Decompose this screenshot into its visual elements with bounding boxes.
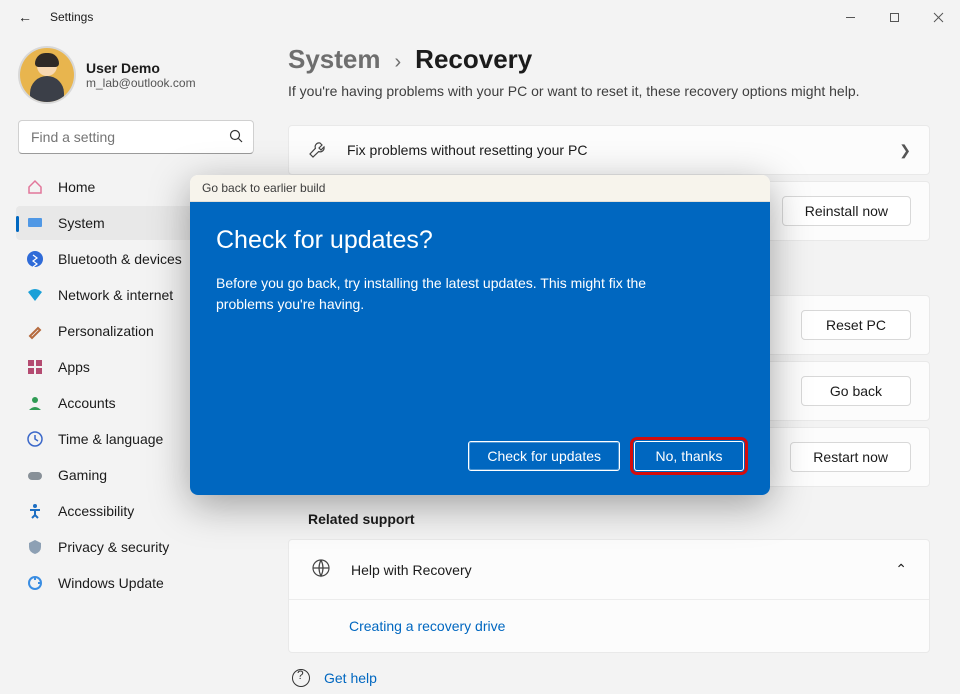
breadcrumb: System › Recovery: [288, 44, 930, 75]
chevron-up-icon: ⌃: [895, 561, 907, 578]
nav-privacy-label: Privacy & security: [58, 539, 169, 555]
globe-icon: [311, 558, 331, 581]
card-fix-title: Fix problems without resetting your PC: [347, 142, 587, 158]
system-icon: [26, 214, 44, 232]
modal-titlebar: Go back to earlier build: [190, 175, 770, 202]
nav-accounts-label: Accounts: [58, 395, 116, 411]
nav-accessibility[interactable]: Accessibility: [16, 494, 256, 528]
nav-update-label: Windows Update: [58, 575, 164, 591]
card-fix-problems[interactable]: Fix problems without resetting your PC ❯: [288, 125, 930, 175]
home-icon: [26, 178, 44, 196]
search-box[interactable]: [18, 120, 254, 154]
related-support-panel: Help with Recovery ⌃ Creating a recovery…: [288, 539, 930, 653]
search-input[interactable]: [29, 128, 229, 146]
nav-apps-label: Apps: [58, 359, 90, 375]
window-controls: [828, 0, 960, 34]
help-with-recovery-label: Help with Recovery: [351, 562, 472, 578]
nav-personalization-label: Personalization: [58, 323, 154, 339]
check-for-updates-button[interactable]: Check for updates: [468, 441, 620, 471]
user-block[interactable]: User Demo m_lab@outlook.com: [16, 44, 256, 120]
gaming-icon: [26, 466, 44, 484]
get-help-row[interactable]: Get help: [288, 661, 930, 687]
breadcrumb-separator: ›: [395, 51, 402, 74]
reset-pc-button[interactable]: Reset PC: [801, 310, 911, 340]
nav-gaming-label: Gaming: [58, 467, 107, 483]
modal-heading: Check for updates?: [216, 226, 744, 255]
avatar: [20, 48, 74, 102]
wrench-icon: [307, 140, 327, 160]
user-name: User Demo: [86, 60, 196, 76]
nav-privacy[interactable]: Privacy & security: [16, 530, 256, 564]
help-with-recovery-row[interactable]: Help with Recovery ⌃: [289, 540, 929, 599]
restart-now-button[interactable]: Restart now: [790, 442, 911, 472]
question-icon: [292, 669, 310, 687]
modal-body-text: Before you go back, try installing the l…: [216, 273, 706, 315]
modal-buttons: Check for updates No, thanks: [216, 441, 744, 471]
nav-system-label: System: [58, 215, 105, 231]
nav-time-label: Time & language: [58, 431, 163, 447]
apps-icon: [26, 358, 44, 376]
breadcrumb-current: Recovery: [415, 44, 532, 75]
maximize-button[interactable]: [872, 0, 916, 34]
intro-text: If you're having problems with your PC o…: [288, 83, 930, 99]
user-texts: User Demo m_lab@outlook.com: [86, 60, 196, 90]
breadcrumb-parent[interactable]: System: [288, 44, 381, 75]
nav-accessibility-label: Accessibility: [58, 503, 134, 519]
close-button[interactable]: [916, 0, 960, 34]
reinstall-now-button[interactable]: Reinstall now: [782, 196, 911, 226]
privacy-icon: [26, 538, 44, 556]
minimize-button[interactable]: [828, 0, 872, 34]
accessibility-icon: [26, 502, 44, 520]
modal-body: Check for updates? Before you go back, t…: [190, 202, 770, 495]
accounts-icon: [26, 394, 44, 412]
go-back-button[interactable]: Go back: [801, 376, 911, 406]
minimize-icon: [845, 12, 856, 23]
nav-network-label: Network & internet: [58, 287, 173, 303]
get-help-link[interactable]: Get help: [324, 670, 377, 686]
recovery-drive-link[interactable]: Creating a recovery drive: [349, 618, 505, 634]
bluetooth-icon: [26, 250, 44, 268]
search-icon: [229, 129, 243, 146]
nav-home-label: Home: [58, 179, 95, 195]
go-back-modal: Go back to earlier build Check for updat…: [190, 175, 770, 495]
time-icon: [26, 430, 44, 448]
chevron-right-icon: ❯: [899, 142, 911, 159]
nav-update[interactable]: Windows Update: [16, 566, 256, 600]
recovery-drive-row[interactable]: Creating a recovery drive: [289, 599, 929, 652]
window-titlebar: ← Settings: [0, 0, 960, 34]
back-button[interactable]: ←: [0, 9, 50, 25]
user-email: m_lab@outlook.com: [86, 76, 196, 90]
network-icon: [26, 286, 44, 304]
close-icon: [933, 12, 944, 23]
window-title: Settings: [50, 10, 828, 24]
no-thanks-button[interactable]: No, thanks: [634, 441, 744, 471]
related-support-heading: Related support: [308, 511, 930, 527]
personalization-icon: [26, 322, 44, 340]
nav-bluetooth-label: Bluetooth & devices: [58, 251, 182, 267]
update-icon: [26, 574, 44, 592]
maximize-icon: [889, 12, 900, 23]
